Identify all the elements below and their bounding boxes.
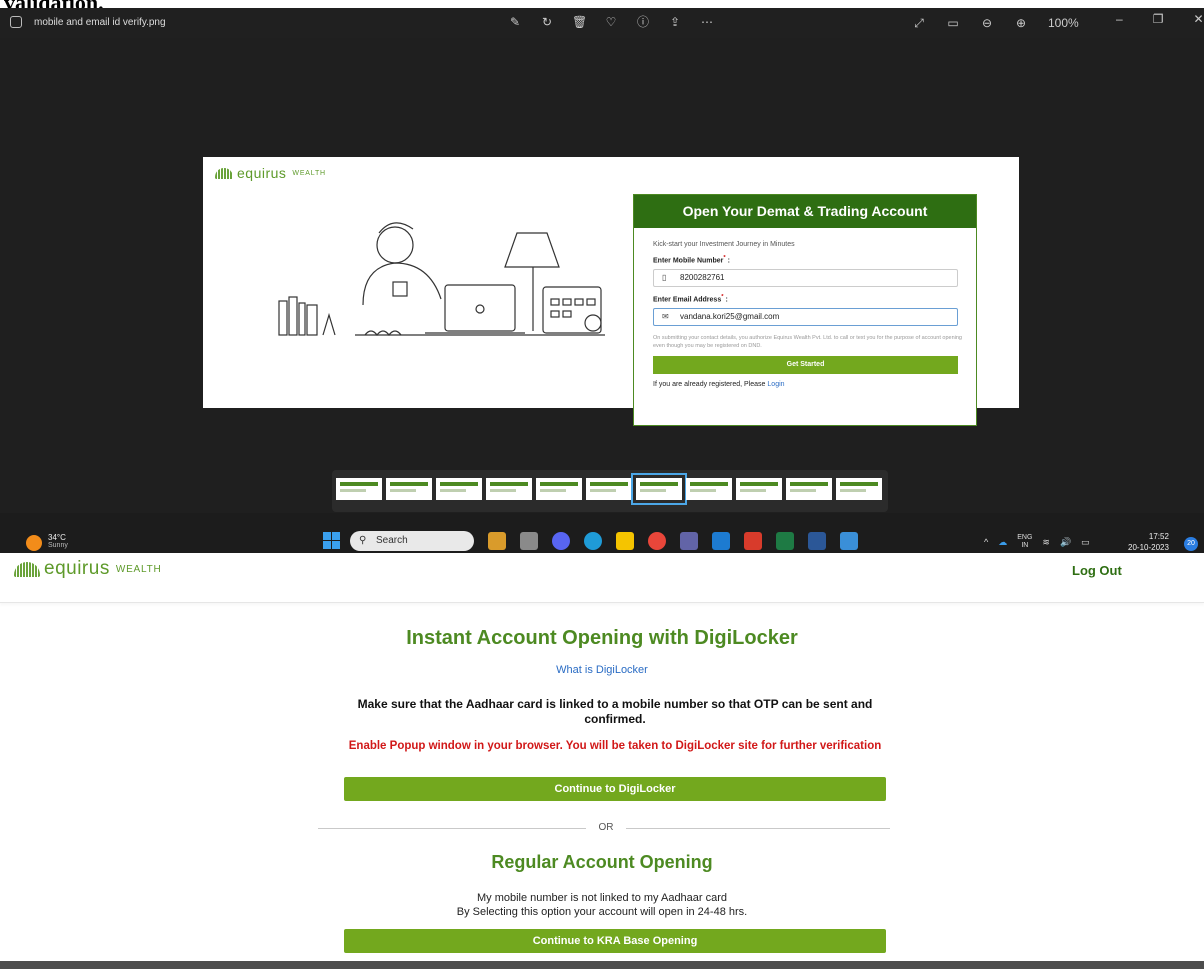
weather-condition: Sunny: [48, 542, 68, 549]
embedded-brand-logo: equirus WEALTH: [215, 165, 326, 181]
maximize-icon[interactable]: ❐: [1153, 12, 1164, 26]
onedrive-cloud-icon[interactable]: ☁: [998, 537, 1007, 548]
anydesk-app-icon[interactable]: [744, 532, 762, 550]
envelope-icon: ✉: [662, 312, 669, 321]
popup-warning: Enable Popup window in your browser. You…: [348, 740, 882, 752]
person-at-desk-illustration: [278, 222, 605, 336]
windows-taskbar: 34°C Sunny ⚲ Search ^ ☁ ENG IN ≋ 🔊 ▭ 17:5…: [0, 513, 1204, 553]
site-header: equirus WEALTH Log Out: [0, 553, 1204, 603]
already-registered-text: If you are already registered, Please Lo…: [653, 381, 785, 388]
zoom-in-icon[interactable]: ⊕: [1014, 14, 1028, 32]
logout-link[interactable]: Log Out: [1072, 563, 1122, 578]
email-label: Enter Email Address* :: [653, 294, 728, 304]
notification-badge[interactable]: 20: [1184, 537, 1198, 551]
mobile-input[interactable]: ▯ 8200282761: [653, 269, 958, 287]
thumbnail[interactable]: [786, 478, 832, 500]
teams-app-icon[interactable]: [680, 532, 698, 550]
form-subtitle: Kick-start your Investment Journey in Mi…: [653, 241, 795, 248]
thumbnail-active[interactable]: [631, 473, 687, 505]
viewer-file-name: mobile and email id verify.png: [34, 17, 166, 28]
edit-icon[interactable]: ✎: [508, 13, 522, 31]
consent-note: On submitting your contact details, you …: [653, 335, 962, 349]
share-icon[interactable]: ⇪: [668, 13, 682, 31]
photos-app-icon: [10, 16, 22, 28]
search-icon: ⚲: [359, 535, 367, 546]
edge-browser-icon[interactable]: [584, 532, 602, 550]
viewer-toolbar: ✎ ↻ 🗑 ♡ ⓘ ⇪ ⋯: [508, 13, 714, 31]
get-started-button[interactable]: Get Started: [653, 356, 958, 374]
equirus-logo-icon: [14, 561, 40, 577]
thumbnail[interactable]: [736, 478, 782, 500]
continue-digilocker-button[interactable]: Continue to DigiLocker: [344, 777, 886, 801]
system-tray: ^ ☁ ENG IN ≋ 🔊 ▭: [984, 534, 1090, 550]
folder-icon[interactable]: [616, 532, 634, 550]
email-input[interactable]: ✉ vandana.kori25@gmail.com: [653, 308, 958, 326]
viewer-zoom-controls: ⤢ ▭ ⊖ ⊕ 100%: [912, 14, 1079, 32]
photos-app-taskbar-icon[interactable]: [840, 532, 858, 550]
fullscreen-icon[interactable]: ⤢: [912, 14, 926, 32]
file-manager-app-icon[interactable]: [520, 532, 538, 550]
form-title: Open Your Demat & Trading Account: [634, 195, 976, 228]
zoom-level: 100%: [1048, 16, 1079, 30]
what-is-digilocker-link: What is DigiLocker: [556, 664, 648, 676]
signup-form-card: Open Your Demat & Trading Account Kick-s…: [633, 194, 977, 426]
thumbnail[interactable]: [536, 478, 582, 500]
rotate-icon[interactable]: ↻: [540, 13, 554, 31]
excel-app-icon[interactable]: [776, 532, 794, 550]
volume-icon[interactable]: 🔊: [1060, 537, 1071, 548]
login-link[interactable]: Login: [767, 381, 784, 388]
thumbnail[interactable]: [836, 478, 882, 500]
video-call-app-icon[interactable]: [552, 532, 570, 550]
word-app-icon[interactable]: [808, 532, 826, 550]
thumbnail[interactable]: [386, 478, 432, 500]
close-icon[interactable]: ✕: [1193, 12, 1203, 26]
zoom-out-icon[interactable]: ⊖: [980, 14, 994, 32]
site-brand-logo[interactable]: equirus WEALTH: [14, 558, 162, 580]
thumbnail[interactable]: [586, 478, 632, 500]
sun-icon[interactable]: [26, 535, 42, 551]
viewed-image: equirus WEALTH Open Your Demat & Trading…: [203, 157, 1019, 426]
chevron-up-icon[interactable]: ^: [984, 537, 988, 547]
equirus-logo-icon: [215, 167, 233, 179]
language-indicator[interactable]: ENG IN: [1017, 534, 1032, 550]
more-icon[interactable]: ⋯: [700, 13, 714, 31]
delete-icon[interactable]: 🗑: [572, 13, 587, 31]
photos-viewer-window: mobile and email id verify.png ✎ ↻ 🗑 ♡ ⓘ…: [0, 8, 1204, 553]
thumbnail-strip: [332, 470, 888, 512]
wifi-icon[interactable]: ≋: [1042, 537, 1050, 548]
thumbnail[interactable]: [486, 478, 532, 500]
thumbnail[interactable]: [686, 478, 732, 500]
battery-icon[interactable]: ▭: [1081, 537, 1090, 548]
or-divider: OR: [318, 822, 890, 834]
page-title: Instant Account Opening with DigiLocker: [406, 627, 798, 649]
mobile-label: Enter Mobile Number* :: [653, 255, 730, 265]
thumbnail[interactable]: [336, 478, 382, 500]
aadhaar-notice: Make sure that the Aadhaar card is linke…: [357, 697, 873, 726]
viewer-titlebar: mobile and email id verify.png ✎ ↻ 🗑 ♡ ⓘ…: [0, 8, 1204, 38]
fit-window-icon[interactable]: ▭: [946, 14, 960, 32]
minimize-icon[interactable]: –: [1116, 12, 1123, 26]
window-controls: – ❐ ✕: [1116, 12, 1204, 26]
thumbnail[interactable]: [436, 478, 482, 500]
pinned-apps: [488, 532, 858, 550]
regular-opening-description: My mobile number is not linked to my Aad…: [456, 892, 748, 918]
regular-opening-title: Regular Account Opening: [491, 852, 713, 872]
chrome-browser-icon[interactable]: [648, 532, 666, 550]
weather-temperature: 34°C: [48, 533, 66, 542]
start-icon[interactable]: [323, 532, 340, 549]
outlook-app-icon[interactable]: [712, 532, 730, 550]
briefcase-app-icon[interactable]: [488, 532, 506, 550]
taskbar-clock[interactable]: 17:52 20-10-2023: [1128, 531, 1169, 553]
info-icon[interactable]: ⓘ: [636, 13, 650, 31]
favorite-icon[interactable]: ♡: [604, 13, 618, 31]
page-footer-bar: [0, 961, 1204, 969]
phone-icon: ▯: [662, 273, 667, 282]
continue-kra-button[interactable]: Continue to KRA Base Opening: [344, 929, 886, 953]
taskbar-search[interactable]: ⚲ Search: [350, 531, 474, 551]
